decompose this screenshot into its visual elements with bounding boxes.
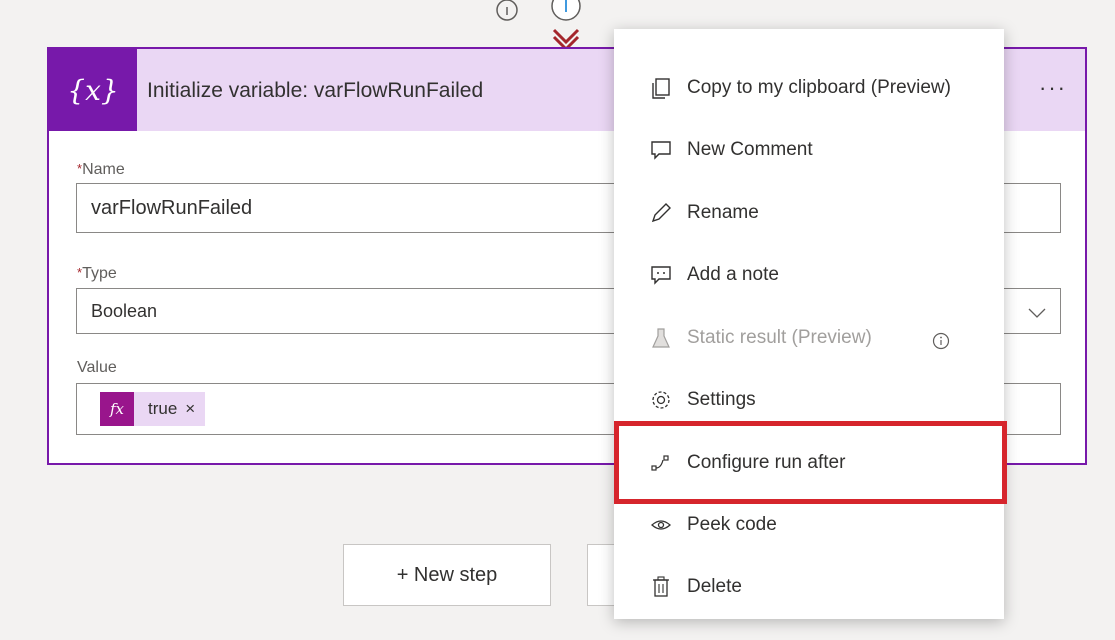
menu-item-label: Copy to my clipboard (Preview): [687, 77, 951, 98]
menu-item-static-result: Static result (Preview): [614, 307, 1004, 369]
trash-icon: [653, 576, 669, 597]
expression-token[interactable]: fx true ×: [100, 392, 206, 426]
type-label: *Type: [77, 265, 117, 282]
context-menu: Copy to my clipboard (Preview) New Comme…: [614, 29, 1004, 619]
variable-icon: {x}: [49, 49, 137, 131]
chevron-down-icon: [1028, 308, 1046, 318]
gear-icon: [652, 391, 670, 409]
menu-item-label: Static result (Preview): [687, 327, 872, 348]
menu-item-new-comment[interactable]: New Comment: [614, 119, 1004, 181]
name-value: varFlowRunFailed: [91, 196, 253, 219]
clipboard-icon: [652, 78, 670, 99]
new-step-button[interactable]: + New step: [343, 544, 551, 606]
more-options-button[interactable]: ···: [1039, 75, 1067, 101]
connector-icons: [496, 0, 581, 50]
note-icon: [651, 266, 671, 285]
highlight-box: [614, 421, 1007, 504]
menu-item-label: New Comment: [687, 139, 813, 160]
remove-token-icon[interactable]: ×: [185, 399, 195, 419]
eye-icon: [651, 520, 671, 530]
info-icon[interactable]: [932, 332, 950, 350]
menu-item-copy-clipboard[interactable]: Copy to my clipboard (Preview): [614, 57, 1004, 119]
fx-icon: fx: [100, 392, 134, 426]
menu-item-label: Add a note: [687, 264, 779, 285]
menu-item-rename[interactable]: Rename: [614, 182, 1004, 244]
menu-item-label: Settings: [687, 389, 756, 410]
token-text: true: [148, 399, 178, 418]
type-value: Boolean: [91, 300, 158, 321]
menu-item-delete[interactable]: Delete: [614, 556, 1004, 618]
name-label: *Name: [77, 161, 125, 178]
menu-item-label: Peek code: [687, 514, 777, 535]
menu-item-label: Rename: [687, 202, 759, 223]
menu-item-label: Delete: [687, 576, 742, 597]
pencil-icon: [651, 203, 671, 223]
card-title: Initialize variable: varFlowRunFailed: [147, 79, 484, 102]
menu-item-add-note[interactable]: Add a note: [614, 244, 1004, 306]
flask-icon: [652, 328, 670, 348]
value-label: Value: [77, 359, 117, 376]
comment-icon: [651, 141, 671, 160]
